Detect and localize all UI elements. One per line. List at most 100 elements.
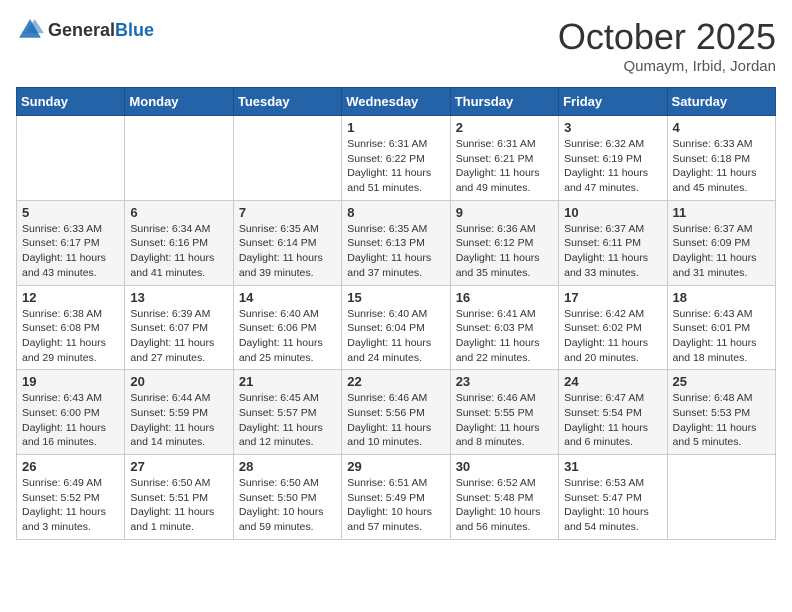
day-info: Sunrise: 6:46 AM Sunset: 5:56 PM Dayligh… (347, 391, 444, 450)
day-number: 5 (22, 205, 119, 220)
calendar-cell: 26 Sunrise: 6:49 AM Sunset: 5:52 PM Dayli… (17, 455, 125, 540)
day-number: 6 (130, 205, 227, 220)
day-info: Sunrise: 6:50 AM Sunset: 5:51 PM Dayligh… (130, 476, 227, 535)
day-number: 3 (564, 120, 661, 135)
calendar-week-1: 1Sunrise: 6:31 AM Sunset: 6:22 PM Daylig… (17, 116, 776, 201)
day-info: Sunrise: 6:40 AM Sunset: 6:04 PM Dayligh… (347, 307, 444, 366)
day-number: 29 (347, 459, 444, 474)
day-number: 14 (239, 290, 336, 305)
day-info: Sunrise: 6:53 AM Sunset: 5:47 PM Dayligh… (564, 476, 661, 535)
day-info: Sunrise: 6:38 AM Sunset: 6:08 PM Dayligh… (22, 307, 119, 366)
day-info: Sunrise: 6:32 AM Sunset: 6:19 PM Dayligh… (564, 137, 661, 196)
calendar-table: SundayMondayTuesdayWednesdayThursdayFrid… (16, 87, 776, 540)
location: Qumaym, Irbid, Jordan (558, 58, 776, 75)
day-number: 22 (347, 374, 444, 389)
calendar-cell: 31 Sunrise: 6:53 AM Sunset: 5:47 PM Dayli… (559, 455, 667, 540)
day-number: 13 (130, 290, 227, 305)
logo-text-blue: Blue (115, 20, 154, 40)
calendar-cell (17, 116, 125, 201)
day-info: Sunrise: 6:35 AM Sunset: 6:14 PM Dayligh… (239, 222, 336, 281)
calendar-cell: 12Sunrise: 6:38 AM Sunset: 6:08 PM Dayli… (17, 285, 125, 370)
day-info: Sunrise: 6:40 AM Sunset: 6:06 PM Dayligh… (239, 307, 336, 366)
calendar-cell (233, 116, 341, 201)
day-number: 27 (130, 459, 227, 474)
day-info: Sunrise: 6:31 AM Sunset: 6:21 PM Dayligh… (456, 137, 553, 196)
calendar-cell: 5 Sunrise: 6:33 AM Sunset: 6:17 PM Daylig… (17, 200, 125, 285)
day-number: 7 (239, 205, 336, 220)
calendar-cell: 30 Sunrise: 6:52 AM Sunset: 5:48 PM Dayli… (450, 455, 558, 540)
day-info: Sunrise: 6:37 AM Sunset: 6:11 PM Dayligh… (564, 222, 661, 281)
day-header-monday: Monday (125, 88, 233, 116)
day-number: 4 (673, 120, 770, 135)
calendar-cell: 6 Sunrise: 6:34 AM Sunset: 6:16 PM Daylig… (125, 200, 233, 285)
calendar-cell: 22 Sunrise: 6:46 AM Sunset: 5:56 PM Dayli… (342, 370, 450, 455)
calendar-cell: 16 Sunrise: 6:41 AM Sunset: 6:03 PM Dayli… (450, 285, 558, 370)
calendar-cell (667, 455, 775, 540)
calendar-week-2: 5 Sunrise: 6:33 AM Sunset: 6:17 PM Daylig… (17, 200, 776, 285)
calendar-week-5: 26 Sunrise: 6:49 AM Sunset: 5:52 PM Dayli… (17, 455, 776, 540)
calendar-cell: 27 Sunrise: 6:50 AM Sunset: 5:51 PM Dayli… (125, 455, 233, 540)
calendar-cell: 2Sunrise: 6:31 AM Sunset: 6:21 PM Daylig… (450, 116, 558, 201)
day-number: 16 (456, 290, 553, 305)
calendar-cell: 7 Sunrise: 6:35 AM Sunset: 6:14 PM Daylig… (233, 200, 341, 285)
day-info: Sunrise: 6:42 AM Sunset: 6:02 PM Dayligh… (564, 307, 661, 366)
day-info: Sunrise: 6:45 AM Sunset: 5:57 PM Dayligh… (239, 391, 336, 450)
day-number: 23 (456, 374, 553, 389)
day-number: 15 (347, 290, 444, 305)
day-info: Sunrise: 6:47 AM Sunset: 5:54 PM Dayligh… (564, 391, 661, 450)
calendar-cell: 17Sunrise: 6:42 AM Sunset: 6:02 PM Dayli… (559, 285, 667, 370)
calendar-cell (125, 116, 233, 201)
day-info: Sunrise: 6:43 AM Sunset: 6:01 PM Dayligh… (673, 307, 770, 366)
day-number: 20 (130, 374, 227, 389)
calendar-cell: 24Sunrise: 6:47 AM Sunset: 5:54 PM Dayli… (559, 370, 667, 455)
calendar-cell: 20Sunrise: 6:44 AM Sunset: 5:59 PM Dayli… (125, 370, 233, 455)
calendar-cell: 18 Sunrise: 6:43 AM Sunset: 6:01 PM Dayli… (667, 285, 775, 370)
day-number: 10 (564, 205, 661, 220)
day-info: Sunrise: 6:37 AM Sunset: 6:09 PM Dayligh… (673, 222, 770, 281)
logo-text-general: General (48, 20, 115, 40)
day-info: Sunrise: 6:49 AM Sunset: 5:52 PM Dayligh… (22, 476, 119, 535)
month-title: October 2025 (558, 16, 776, 58)
day-info: Sunrise: 6:41 AM Sunset: 6:03 PM Dayligh… (456, 307, 553, 366)
day-info: Sunrise: 6:35 AM Sunset: 6:13 PM Dayligh… (347, 222, 444, 281)
calendar-cell: 14 Sunrise: 6:40 AM Sunset: 6:06 PM Dayli… (233, 285, 341, 370)
day-header-sunday: Sunday (17, 88, 125, 116)
day-number: 19 (22, 374, 119, 389)
calendar-cell: 1Sunrise: 6:31 AM Sunset: 6:22 PM Daylig… (342, 116, 450, 201)
calendar-cell: 8Sunrise: 6:35 AM Sunset: 6:13 PM Daylig… (342, 200, 450, 285)
day-number: 25 (673, 374, 770, 389)
calendar-cell: 29 Sunrise: 6:51 AM Sunset: 5:49 PM Dayli… (342, 455, 450, 540)
day-info: Sunrise: 6:34 AM Sunset: 6:16 PM Dayligh… (130, 222, 227, 281)
calendar-cell: 23 Sunrise: 6:46 AM Sunset: 5:55 PM Dayli… (450, 370, 558, 455)
day-info: Sunrise: 6:50 AM Sunset: 5:50 PM Dayligh… (239, 476, 336, 535)
calendar-cell: 13 Sunrise: 6:39 AM Sunset: 6:07 PM Dayli… (125, 285, 233, 370)
calendar-cell: 11 Sunrise: 6:37 AM Sunset: 6:09 PM Dayli… (667, 200, 775, 285)
calendar-cell: 10 Sunrise: 6:37 AM Sunset: 6:11 PM Dayli… (559, 200, 667, 285)
calendar-cell: 15 Sunrise: 6:40 AM Sunset: 6:04 PM Dayli… (342, 285, 450, 370)
day-info: Sunrise: 6:33 AM Sunset: 6:17 PM Dayligh… (22, 222, 119, 281)
day-info: Sunrise: 6:52 AM Sunset: 5:48 PM Dayligh… (456, 476, 553, 535)
day-header-thursday: Thursday (450, 88, 558, 116)
day-header-tuesday: Tuesday (233, 88, 341, 116)
day-info: Sunrise: 6:31 AM Sunset: 6:22 PM Dayligh… (347, 137, 444, 196)
logo: GeneralBlue (16, 16, 154, 44)
day-number: 18 (673, 290, 770, 305)
calendar-cell: 3 Sunrise: 6:32 AM Sunset: 6:19 PM Daylig… (559, 116, 667, 201)
day-info: Sunrise: 6:39 AM Sunset: 6:07 PM Dayligh… (130, 307, 227, 366)
day-number: 31 (564, 459, 661, 474)
day-header-friday: Friday (559, 88, 667, 116)
calendar-cell: 21 Sunrise: 6:45 AM Sunset: 5:57 PM Dayli… (233, 370, 341, 455)
day-info: Sunrise: 6:51 AM Sunset: 5:49 PM Dayligh… (347, 476, 444, 535)
day-info: Sunrise: 6:36 AM Sunset: 6:12 PM Dayligh… (456, 222, 553, 281)
day-info: Sunrise: 6:46 AM Sunset: 5:55 PM Dayligh… (456, 391, 553, 450)
calendar-cell: 4 Sunrise: 6:33 AM Sunset: 6:18 PM Daylig… (667, 116, 775, 201)
day-number: 21 (239, 374, 336, 389)
calendar-week-4: 19 Sunrise: 6:43 AM Sunset: 6:00 PM Dayli… (17, 370, 776, 455)
day-number: 11 (673, 205, 770, 220)
day-info: Sunrise: 6:43 AM Sunset: 6:00 PM Dayligh… (22, 391, 119, 450)
day-number: 30 (456, 459, 553, 474)
day-info: Sunrise: 6:33 AM Sunset: 6:18 PM Dayligh… (673, 137, 770, 196)
day-number: 26 (22, 459, 119, 474)
calendar-cell: 19 Sunrise: 6:43 AM Sunset: 6:00 PM Dayli… (17, 370, 125, 455)
day-number: 9 (456, 205, 553, 220)
